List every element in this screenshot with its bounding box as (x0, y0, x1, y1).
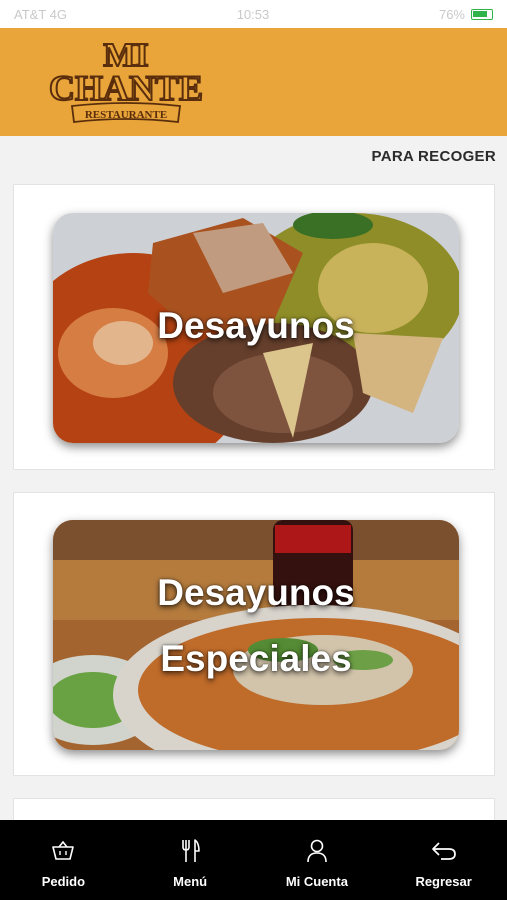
category-card-desayunos-especiales[interactable]: Desayunos Especiales (13, 492, 495, 776)
user-icon (304, 838, 330, 864)
status-bar: AT&T 4G 10:53 76% (0, 0, 507, 28)
back-arrow-icon (431, 838, 457, 864)
category-list: Desayunos Desayunos Especiales (0, 184, 507, 820)
logo-line-3: RESTAURANTE (85, 109, 167, 121)
tab-pedido[interactable]: Pedido (0, 820, 126, 900)
tab-menu[interactable]: Menú (127, 820, 253, 900)
fork-knife-icon (177, 838, 203, 864)
category-title-line-1: Desayunos (157, 572, 355, 613)
tab-mi-cuenta[interactable]: Mi Cuenta (254, 820, 380, 900)
category-photo-desayunos[interactable]: Desayunos (53, 213, 459, 443)
carrier-info: AT&T 4G (14, 7, 67, 22)
category-title-line-2: Especiales (160, 638, 352, 679)
tab-label: Mi Cuenta (285, 874, 348, 889)
category-card-desayunos[interactable]: Desayunos (13, 184, 495, 470)
pickup-mode-label[interactable]: PARA RECOGER (372, 148, 496, 165)
battery-info: 76% (439, 7, 493, 22)
battery-percent: 76% (438, 6, 465, 22)
clock: 10:53 (236, 6, 270, 22)
tab-label: Pedido (41, 874, 86, 889)
tab-label: Menú (173, 874, 208, 889)
battery-icon (471, 8, 493, 20)
carrier-text: AT&T 4G (14, 6, 67, 22)
category-title: Desayunos Especiales (53, 560, 459, 692)
restaurant-logo: MI CHANTE RESTAURANTE (48, 36, 204, 123)
basket-icon (50, 838, 76, 864)
tab-regresar[interactable]: Regresar (381, 820, 507, 900)
app-header: MI CHANTE RESTAURANTE (0, 28, 507, 136)
logo-line-2: CHANTE (49, 68, 203, 108)
category-title: Desayunos (157, 305, 355, 346)
category-card-next[interactable] (13, 798, 495, 820)
category-photo-desayunos-especiales[interactable]: Desayunos Especiales (53, 520, 459, 750)
bottom-tab-bar: Pedido Menú Mi Cuenta Regresar (0, 820, 507, 900)
tab-label: Regresar (415, 874, 472, 889)
